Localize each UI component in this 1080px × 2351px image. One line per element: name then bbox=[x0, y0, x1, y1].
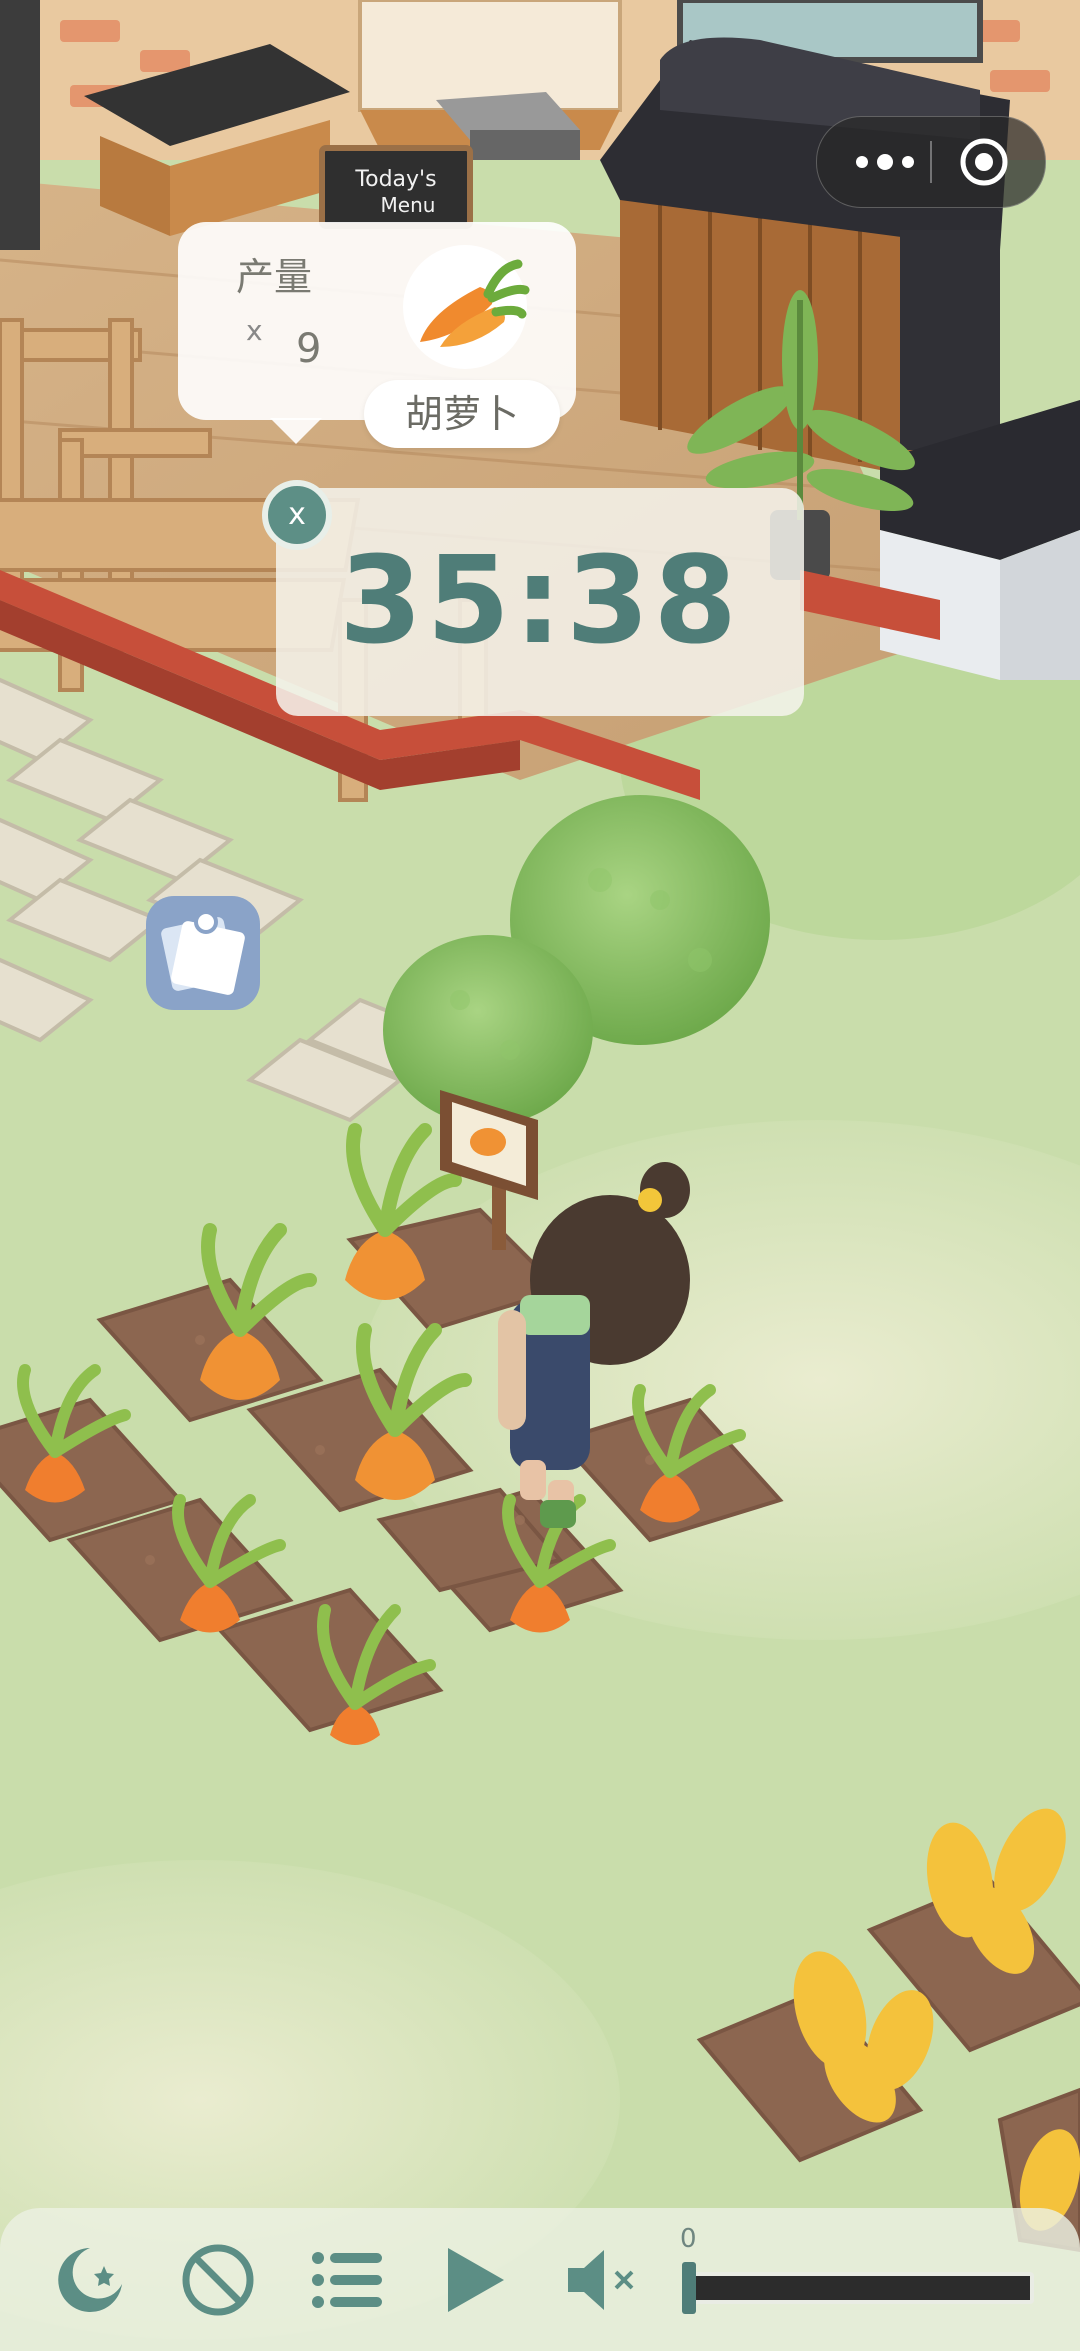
yield-label: 产量 bbox=[236, 255, 313, 299]
yield-count: 9 bbox=[296, 326, 322, 372]
sticky-notes-icon[interactable] bbox=[146, 896, 260, 1010]
yield-item-name: 胡萝卜 bbox=[364, 380, 560, 448]
timer-text: 35:38 bbox=[339, 532, 741, 671]
timer-panel: 35:38 bbox=[276, 488, 804, 716]
volume-value: 0 bbox=[680, 2224, 697, 2254]
list-icon[interactable] bbox=[306, 2240, 386, 2320]
speaker-muted-icon[interactable] bbox=[562, 2240, 642, 2320]
timer-close-button[interactable]: x bbox=[262, 480, 332, 550]
more-dots-icon[interactable] bbox=[843, 117, 927, 207]
menu-board-line2: Menu bbox=[381, 193, 436, 217]
target-circle-icon[interactable] bbox=[957, 135, 1011, 189]
volume-slider[interactable] bbox=[692, 2272, 1034, 2304]
capsule-divider bbox=[930, 141, 932, 183]
yield-multiplier: x bbox=[246, 314, 263, 347]
yield-popup: 产量 x 9 胡萝卜 bbox=[178, 222, 576, 448]
forbidden-icon[interactable] bbox=[178, 2240, 258, 2320]
menu-board-line1: Today's bbox=[354, 167, 436, 192]
volume-slider-thumb[interactable] bbox=[682, 2262, 696, 2314]
moon-stars-icon[interactable] bbox=[50, 2240, 130, 2320]
wechat-capsule bbox=[816, 116, 1046, 208]
carrot-icon bbox=[400, 242, 530, 372]
play-icon[interactable] bbox=[434, 2240, 514, 2320]
